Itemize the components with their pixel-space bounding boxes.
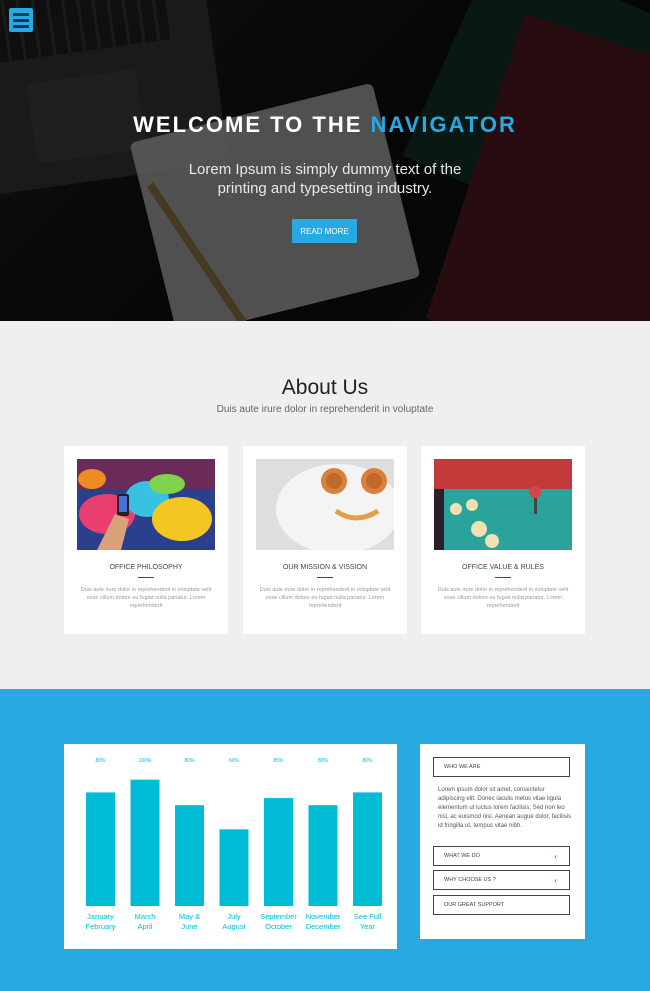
chart-value-label: 80% [318,758,329,764]
hero-section: WELCOME TO THE NAVIGATOR Lorem Ipsum is … [0,0,650,321]
about-section: About Us Duis aute irure dolor in repreh… [0,321,650,689]
card-divider [317,577,333,578]
chart-bar [130,779,160,906]
chart-category-label: September [260,912,297,921]
chart-category-label: June [181,922,197,931]
accordion-what-we-do[interactable]: WHAT WE DO ‹ [433,846,570,866]
chart-category-label: February [85,922,115,931]
hamburger-icon-bar [13,12,29,16]
hamburger-icon-bar [13,18,29,22]
card-title: OFFICE PHILOSOPHY [109,564,183,571]
chart-bar [86,792,115,906]
card-divider [138,577,154,578]
hero-subtitle: Lorem Ipsum is simply dummy text of the … [188,161,462,197]
card-title: OFFICE VALUE & RULES [462,564,544,571]
hamburger-icon-bar [13,24,29,28]
chart-category-label: March [135,912,156,921]
chart-bar [308,805,338,906]
card-image-waffle-plate [256,459,394,550]
chart-category-label: December [306,922,341,931]
chart-value-label: 80% [184,758,195,764]
chart-category-label: July [227,912,241,921]
chevron-left-icon: ‹ [554,876,557,885]
card-title: OUR MISSION & VISSION [282,564,367,571]
chart-value-label: 80% [95,758,106,764]
accordion-label: OUR GREAT SUPPORT [444,902,505,908]
chart-category-label: January [87,912,114,921]
hero-title: WELCOME TO THE NAVIGATOR [0,112,650,138]
chevron-left-icon: ‹ [554,852,557,861]
chart-bar [175,805,204,906]
card-office-value-rules[interactable]: OFFICE VALUE & RULES Duis aute irure dol… [421,446,585,634]
hero-title-accent: NAVIGATOR [370,112,517,137]
chart-value-label: 60% [229,758,240,764]
card-image-graffiti [77,459,215,550]
chart-category-label: May & [179,912,200,921]
chart-category-label: See Full [354,912,382,921]
chart-value-label: 85% [273,758,284,764]
about-title: About Us [281,376,369,399]
bar-chart-panel: 80% January February 100% March April 80% May &… [64,744,397,949]
chart-bar [264,798,293,906]
card-text: Duis aute irure dolor in reprehenderit i… [80,587,212,609]
accordion-great-support[interactable]: OUR GREAT SUPPORT [433,895,570,915]
accordion-panel: WHO WE ARE Lorem ipsum dolor sit amet, c… [420,744,585,939]
chart-category-label: April [137,922,152,931]
chart-value-label: 80% [362,758,373,764]
accordion-label: WHY CHOOSE US ? [444,877,496,883]
accordion-label: WHAT WE DO [444,853,480,859]
card-text: Duis aute irure dolor in reprehenderit i… [437,587,569,609]
bar-chart: 80% JanuaryFebruary 100% MarchApril 80% May &… [85,758,382,931]
accordion-content: Lorem ipsum dolor sit amet, consectetur … [438,787,572,829]
accordion-why-choose-us[interactable]: WHY CHOOSE US ? ‹ [433,870,570,890]
about-subtitle: Duis aute irure dolor in reprehenderit i… [216,404,434,415]
accordion-who-we-are[interactable]: WHO WE ARE [433,757,570,777]
read-more-button[interactable]: READ MORE [292,219,357,243]
accordion-label: WHO WE ARE [444,764,481,770]
card-divider [495,577,511,578]
card-mission-vission[interactable]: OUR MISSION & VISSION Duis aute irure do… [243,446,407,634]
hero-title-main: WELCOME TO THE [133,112,371,137]
chart-category-label: August [222,922,246,931]
chart-category-label: October [265,922,292,931]
card-office-philosophy[interactable]: OFFICE PHILOSOPHY Duis aute irure dolor … [64,446,228,634]
chart-bar [353,792,382,906]
chart-bar [219,829,249,906]
stats-section: 80% January February 100% March April 80% May &… [0,689,650,991]
chart-category-label: Year [360,922,376,931]
card-image-arcade [434,459,572,550]
card-text: Duis aute irure dolor in reprehenderit i… [259,587,391,609]
chart-category-label: November [306,912,341,921]
chart-value-label: 100% [139,758,152,764]
menu-button[interactable] [9,8,33,32]
